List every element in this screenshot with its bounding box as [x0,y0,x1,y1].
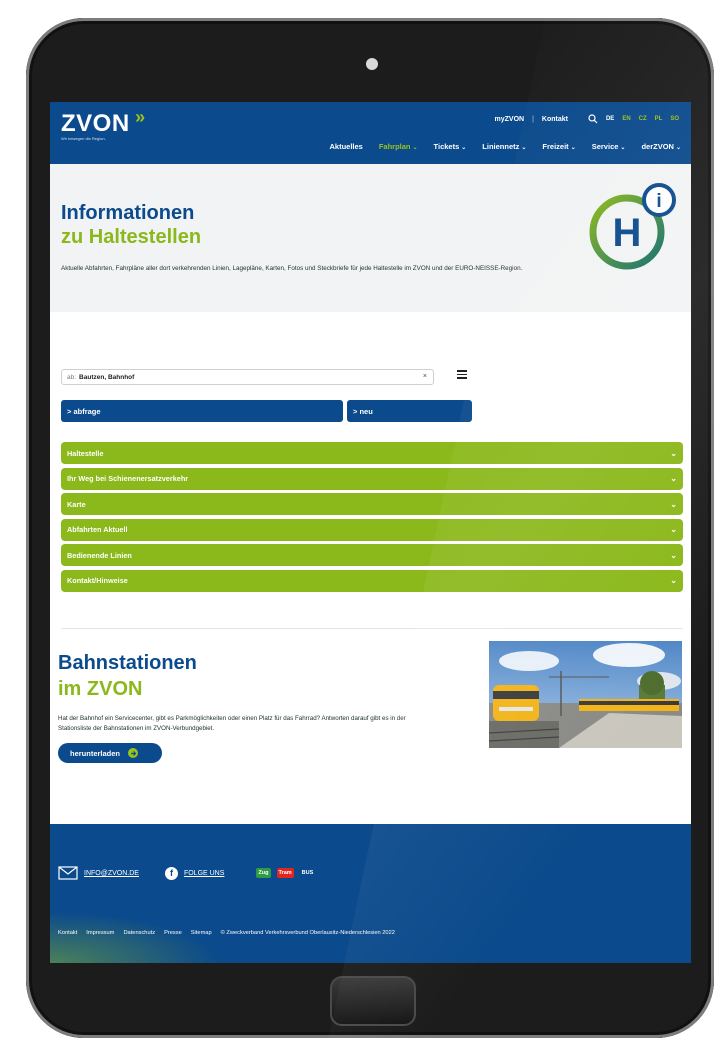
footer-link-sitemap[interactable]: Sitemap [191,930,212,936]
mail-icon [58,866,78,880]
chevron-down-icon: ⌄ [670,576,677,585]
nav-aktuelles[interactable]: Aktuelles [329,142,362,151]
main-nav: Aktuelles Fahrplan ⌄ Tickets ⌄ Liniennetz ⌄… [329,142,681,151]
hero-title-line2: zu Haltestellen [61,226,202,248]
train-station-photo [489,641,682,748]
neu-button[interactable]: > neu [347,400,472,422]
nav-liniennetz[interactable]: Liniennetz ⌄ [482,142,526,151]
footer-link-datenschutz[interactable]: Datenschutz [123,930,155,936]
browser-screen: ZVON » Wir bewegen die Region. myZVON | … [50,102,691,963]
nav-tickets[interactable]: Tickets ⌄ [434,142,467,151]
bus-badge: BUS [299,868,316,878]
accordion-schienenersatzverkehr[interactable]: Ihr Weg bei Schienenersatzverkehr ⌄ [61,467,683,490]
follow-us-link[interactable]: FOLGE UNS [184,870,224,877]
chevron-down-icon: ⌄ [675,145,681,151]
stations-description: Hat der Bahnhof ein Servicecenter, gibt … [58,715,406,732]
footer-copyright: © Zweckverband Verkehrsverbund Oberlausi… [220,930,395,936]
accordion-abfahrten-aktuell[interactable]: Abfahrten Aktuell ⌄ [61,518,683,541]
accordion-karte[interactable]: Karte ⌄ [61,493,683,515]
download-button[interactable]: herunterladen [58,743,162,763]
search-prefix: ab: [67,373,77,381]
stations-title-line2: im ZVON [58,678,143,700]
haltestelle-info-icon: H i [589,183,676,270]
lang-de[interactable]: DE [606,116,614,122]
chevron-down-icon: ⌄ [461,145,467,151]
camera-dot [366,58,378,70]
footer-link-kontakt[interactable]: Kontakt [58,930,77,936]
search-icon[interactable] [588,114,598,124]
chevron-down-icon: ⌄ [521,145,527,151]
tablet-home-button[interactable] [330,976,416,1026]
logo-text: ZVON [61,110,130,137]
chevron-down-icon: ⌄ [670,448,677,458]
chevron-down-icon: ⌄ [412,145,418,151]
hero-section: Informationen zu Haltestellen Aktuelle A… [50,164,691,312]
top-links: myZVON | Kontakt DE EN CZ PL SO [495,114,679,124]
zvon-logo[interactable]: ZVON » Wir bewegen die Region. [61,107,146,141]
email-link[interactable]: INFO@ZVON.DE [84,870,139,877]
svg-text:H: H [613,211,642,255]
myzvon-link[interactable]: myZVON [495,116,525,123]
chevron-down-icon: ⌄ [670,550,677,560]
abfrage-button[interactable]: > abfrage [61,400,343,422]
footer-link-impressum[interactable]: Impressum [86,930,114,936]
zug-badge: Zug [256,868,271,878]
chevron-down-icon: ⌄ [570,145,576,151]
footer-contact-row: INFO@ZVON.DE f FOLGE UNS Zug Tram BUS [58,866,316,880]
stop-search-input[interactable]: ab: Bautzen, Bahnhof × [61,369,434,385]
kontakt-link[interactable]: Kontakt [542,116,568,123]
separator: | [532,115,534,123]
clear-icon[interactable]: × [423,373,427,380]
facebook-icon[interactable]: f [164,866,178,880]
nav-derzvon[interactable]: derZVON ⌄ [641,142,681,151]
chevron-down-icon: ⌄ [670,499,677,509]
lang-cz[interactable]: CZ [639,116,647,122]
lang-so[interactable]: SO [670,116,679,122]
chevron-down-icon: ⌄ [670,525,677,534]
lang-en[interactable]: EN [622,116,630,122]
svg-text:i: i [656,191,661,212]
logo-arrows-icon: » [135,107,146,127]
site-header: ZVON » Wir bewegen die Region. myZVON | … [50,102,691,164]
info-accordion: Haltestelle ⌄ Ihr Weg bei Schienenersatzv… [61,442,683,595]
accordion-kontakt-hinweise[interactable]: Kontakt/Hinweise ⌄ [61,569,683,592]
lang-pl[interactable]: PL [655,116,663,122]
section-divider [61,628,683,629]
chevron-down-icon: ⌄ [620,145,626,151]
site-footer: INFO@ZVON.DE f FOLGE UNS Zug Tram BUS Ko… [50,824,691,963]
download-icon [128,748,139,758]
accordion-haltestelle[interactable]: Haltestelle ⌄ [61,442,683,464]
nav-service[interactable]: Service ⌄ [592,142,626,151]
accordion-bedienende-linien[interactable]: Bedienende Linien ⌄ [61,544,683,566]
nav-freizeit[interactable]: Freizeit ⌄ [542,142,575,151]
hero-title-line1: Informationen [61,202,195,224]
chevron-down-icon: ⌄ [670,474,677,483]
footer-link-presse[interactable]: Presse [164,930,182,936]
footer-links: Kontakt Impressum Datenschutz Presse Sit… [58,930,395,936]
tram-badge: Tram [276,868,294,878]
list-menu-icon[interactable] [457,370,467,379]
stations-title-line1: Bahnstationen [58,652,197,674]
hero-description: Aktuelle Abfahrten, Fahrpläne aller dort… [61,265,523,272]
search-value: Bautzen, Bahnhof [79,373,135,381]
nav-fahrplan[interactable]: Fahrplan ⌄ [379,142,418,151]
tablet-frame: ZVON » Wir bewegen die Region. myZVON | … [26,18,714,1038]
